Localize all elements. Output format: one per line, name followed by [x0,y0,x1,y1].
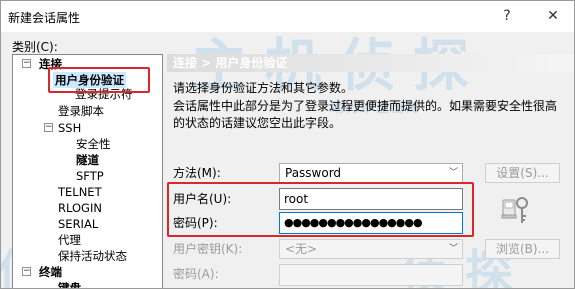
tree-item-rlogin[interactable]: RLOGIN [58,200,102,216]
settings-button[interactable]: 设置(S)... [485,163,560,183]
tree-item-keepalive[interactable]: 保持活动状态 [58,248,127,264]
title-bar: 新建会话属性 ? ✕ [1,1,574,32]
tree-item-security[interactable]: 安全性 [76,136,111,152]
method-dropdown[interactable]: Password ﹀ [279,163,463,183]
tree-collapse-icon[interactable]: − [22,267,31,276]
chevron-down-icon: ﹀ [448,168,458,178]
user-key-value: <无> [285,242,318,256]
user-key-label: 用户密钥(K): [173,242,243,256]
category-label: 类别(C): [12,40,58,54]
tree-item-tunnel[interactable]: 隧道 [76,152,99,168]
session-properties-window: 新建会话属性 ? ✕ 主机侦探 助力中企出海 侦探 侦探 类别(C): − 连接… [0,0,575,289]
tree-item-login-script[interactable]: 登录脚本 [58,103,104,119]
tree-item-sftp[interactable]: SFTP [76,168,104,184]
passphrase-field[interactable] [279,264,463,286]
breadcrumb: 连接 > 用户身份验证 [167,54,574,72]
description-line: 的状态的话建议您空出此字段。 [173,116,342,130]
tree-collapse-icon[interactable]: − [44,123,53,132]
tree-item-proxy[interactable]: 代理 [58,232,81,248]
description: 请选择身份验证方法和其它参数。 会话属性中此部分是为了登录过程更便捷而提供的。如… [173,80,557,132]
main-panel: 连接 > 用户身份验证 请选择身份验证方法和其它参数。 会话属性中此部分是为了登… [167,54,574,288]
method-value: Password [285,166,342,180]
tree-item-telnet[interactable]: TELNET [58,184,102,200]
window-title: 新建会话属性 [8,11,81,25]
tree-item-serial[interactable]: SERIAL [58,216,98,232]
tree-item-keyboard[interactable]: 键盘 [58,280,81,288]
key-icon [501,197,528,223]
user-key-dropdown[interactable]: <无> ﹀ [279,239,463,259]
highlight-box-credentials [167,182,474,237]
description-line: 会话属性中此部分是为了登录过程更便捷而提供的。如果需要安全性很高 [173,99,558,113]
tree-item-terminal[interactable]: 终端 [39,264,62,280]
method-label: 方法(M): [173,166,221,180]
highlight-box-tree [48,67,150,93]
browse-button[interactable]: 浏览(B)... [485,239,560,259]
description-line: 请选择身份验证方法和其它参数。 [173,81,354,95]
tree-collapse-icon[interactable]: − [22,59,31,68]
passphrase-label: 密码(A): [173,267,219,281]
help-button[interactable]: ? [484,1,530,32]
tree-item-ssh[interactable]: SSH [58,120,81,136]
chevron-down-icon: ﹀ [448,244,458,254]
close-button[interactable]: ✕ [530,1,574,32]
